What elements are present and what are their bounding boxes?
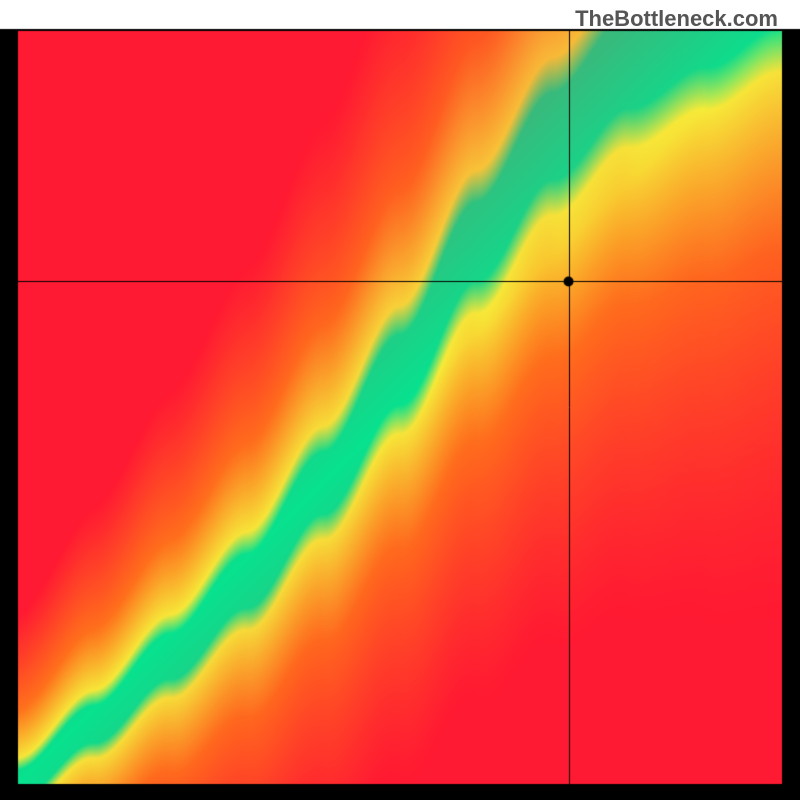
bottleneck-heatmap xyxy=(0,0,800,800)
chart-container: TheBottleneck.com xyxy=(0,0,800,800)
watermark-text: TheBottleneck.com xyxy=(575,6,778,32)
